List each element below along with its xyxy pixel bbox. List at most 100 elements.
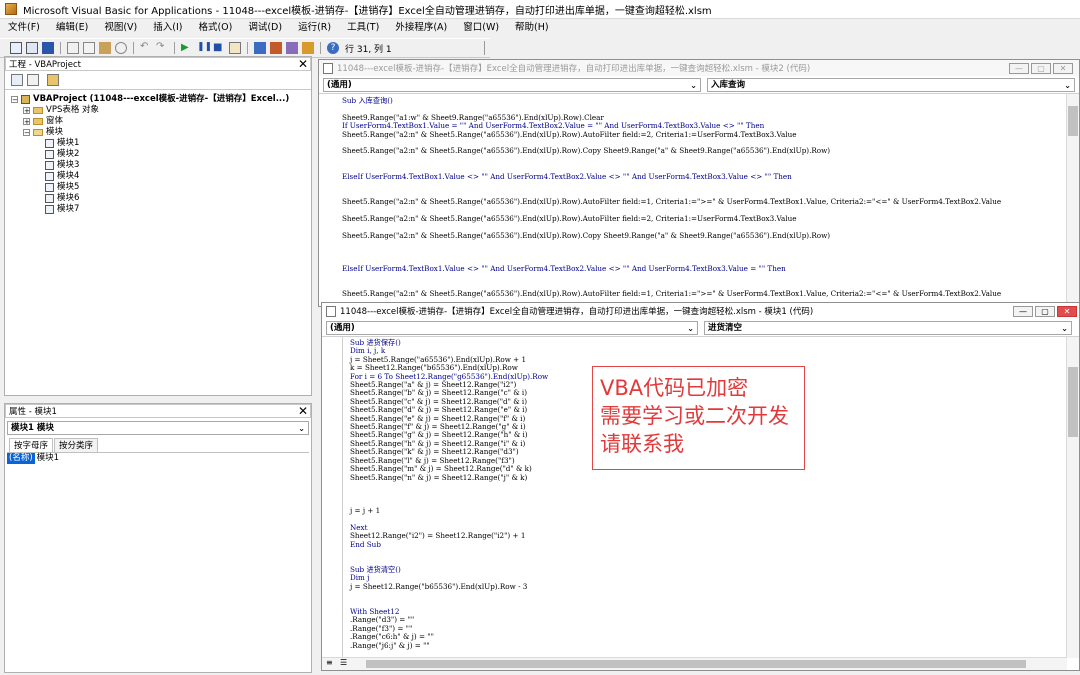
object-dropdown[interactable]: (通用) ⌄ xyxy=(323,77,701,92)
paste-icon[interactable] xyxy=(99,42,111,54)
tree-module-1[interactable]: 模块1 xyxy=(11,138,311,149)
procedure-dropdown[interactable]: 入库查询 ⌄ xyxy=(707,77,1075,92)
tree-folder-label: 窗体 xyxy=(46,116,64,126)
tree-module-4[interactable]: 模块4 xyxy=(11,171,311,182)
tree-root[interactable]: − VBAProject (11048---excel模板-进销存-【进销存】E… xyxy=(11,94,311,105)
tree-folder-modules[interactable]: − 模块 xyxy=(11,127,311,138)
menu-view[interactable]: 视图(V) xyxy=(96,19,145,37)
expand-icon[interactable]: + xyxy=(23,107,30,115)
object-select[interactable]: 模块1 模块 ⌄ xyxy=(7,421,309,435)
insert-module-icon[interactable] xyxy=(26,42,38,54)
tab-categorized[interactable]: 按分类序 xyxy=(54,438,99,452)
scrollbar-thumb[interactable] xyxy=(1068,367,1078,437)
chevron-down-icon: ⌄ xyxy=(1061,323,1068,333)
menu-insert[interactable]: 插入(I) xyxy=(145,19,190,37)
copy-icon[interactable] xyxy=(83,42,95,54)
project-explorer-icon[interactable] xyxy=(254,42,266,54)
toolbar-separator xyxy=(60,42,61,54)
tree-folder-forms[interactable]: + 窗体 xyxy=(11,116,311,127)
vertical-scrollbar[interactable] xyxy=(1066,94,1079,306)
menu-debug[interactable]: 调试(D) xyxy=(240,19,290,37)
vertical-scrollbar[interactable] xyxy=(1066,337,1079,658)
menu-window[interactable]: 窗口(W) xyxy=(455,19,507,37)
project-tree: − VBAProject (11048---excel模板-进销存-【进销存】E… xyxy=(5,90,311,215)
tree-module-2[interactable]: 模块2 xyxy=(11,149,311,160)
expand-icon[interactable]: + xyxy=(23,118,30,126)
tree-folder-objects[interactable]: + VPS表格 对象 xyxy=(11,105,311,116)
notice-line-3: 请联系我 xyxy=(600,432,684,456)
procedure-dropdown-value: 入库查询 xyxy=(711,79,746,90)
menu-run[interactable]: 运行(R) xyxy=(290,19,339,37)
cursor-position: 行 31, 列 1 xyxy=(345,44,392,55)
reset-icon[interactable]: ■ xyxy=(213,42,225,54)
object-browser-icon[interactable] xyxy=(286,42,298,54)
view-object-icon[interactable] xyxy=(27,74,39,86)
procedure-dropdown[interactable]: 进货清空 ⌄ xyxy=(704,320,1072,335)
undo-icon[interactable]: ↶ xyxy=(140,42,152,54)
close-icon[interactable]: ✕ xyxy=(298,405,308,418)
cut-icon[interactable] xyxy=(67,42,79,54)
menu-addins[interactable]: 外接程序(A) xyxy=(387,19,455,37)
menu-file[interactable]: 文件(F) xyxy=(0,19,48,37)
tree-module-3[interactable]: 模块3 xyxy=(11,160,311,171)
maximize-button[interactable]: ▢ xyxy=(1031,62,1051,74)
help-icon[interactable]: ? xyxy=(327,42,339,54)
close-button[interactable]: ✕ xyxy=(1053,62,1073,74)
code-line: Sheet12.Range("i2") = Sheet12.Range("i2"… xyxy=(350,531,526,541)
tree-module-5[interactable]: 模块5 xyxy=(11,182,311,193)
scrollbar-thumb[interactable] xyxy=(366,660,1026,668)
save-icon[interactable] xyxy=(42,42,54,54)
menu-bar: 文件(F) 编辑(E) 视图(V) 插入(I) 格式(O) 调试(D) 运行(R… xyxy=(0,19,1080,37)
toolbox-icon[interactable] xyxy=(302,42,314,54)
object-select-value: 模块1 模块 xyxy=(11,423,54,433)
scrollbar-thumb[interactable] xyxy=(1068,106,1078,136)
menu-help[interactable]: 帮助(H) xyxy=(507,19,557,37)
find-icon[interactable] xyxy=(115,42,127,54)
object-dropdown[interactable]: (通用) ⌄ xyxy=(326,320,698,335)
toolbar-grip[interactable] xyxy=(484,41,490,55)
horizontal-scrollbar[interactable]: ≡ ☰ xyxy=(322,657,1067,670)
property-row-name[interactable]: (名称) 模块1 xyxy=(7,452,309,464)
procedure-view-icon[interactable]: ≡ xyxy=(326,658,333,667)
code-line: Sheet5.Range("a2:n" & Sheet5.Range("a655… xyxy=(342,230,831,240)
break-icon[interactable]: ❚❚ xyxy=(197,42,212,54)
chevron-down-icon: ⌄ xyxy=(687,323,694,333)
tree-module-label: 模块3 xyxy=(57,160,80,170)
design-mode-icon[interactable] xyxy=(229,42,241,54)
tree-module-label: 模块6 xyxy=(57,193,80,203)
collapse-icon[interactable]: − xyxy=(23,129,30,137)
redo-icon[interactable]: ↷ xyxy=(156,42,168,54)
close-button[interactable]: ✕ xyxy=(1057,305,1077,317)
toggle-folders-icon[interactable] xyxy=(47,74,59,86)
module-icon xyxy=(45,161,54,170)
code-window-module1: 11048---excel模板-进销存-【进销存】Excel全自动管理进销存，自… xyxy=(321,302,1080,671)
tree-module-7[interactable]: 模块7 xyxy=(11,204,311,215)
view-code-icon[interactable] xyxy=(11,74,23,86)
close-icon[interactable]: ✕ xyxy=(298,58,308,71)
menu-tools[interactable]: 工具(T) xyxy=(339,19,387,37)
minimize-button[interactable]: — xyxy=(1009,62,1029,74)
chevron-down-icon: ⌄ xyxy=(298,424,305,433)
maximize-button[interactable]: ▢ xyxy=(1035,305,1055,317)
collapse-icon[interactable]: − xyxy=(11,96,18,104)
window-title: Microsoft Visual Basic for Applications … xyxy=(23,5,712,17)
code-editor[interactable]: Sub 入库查询() Sheet9.Range("a1:w" & Sheet9.… xyxy=(319,94,1079,299)
project-explorer-title-bar: 工程 - VBAProject ✕ xyxy=(5,57,311,71)
module-icon xyxy=(45,139,54,148)
tab-alphabetic[interactable]: 按字母序 xyxy=(9,438,54,452)
module-icon xyxy=(45,205,54,214)
menu-format[interactable]: 格式(O) xyxy=(190,19,240,37)
menu-edit[interactable]: 编辑(E) xyxy=(48,19,96,37)
properties-window-icon[interactable] xyxy=(270,42,282,54)
object-dropdown-value: (通用) xyxy=(330,322,355,333)
minimize-button[interactable]: — xyxy=(1013,305,1033,317)
run-icon[interactable]: ▶ xyxy=(181,42,193,54)
full-module-view-icon[interactable]: ☰ xyxy=(340,658,347,667)
view-excel-icon[interactable] xyxy=(10,42,22,54)
property-value[interactable]: 模块1 xyxy=(35,453,59,464)
tree-module-6[interactable]: 模块6 xyxy=(11,193,311,204)
